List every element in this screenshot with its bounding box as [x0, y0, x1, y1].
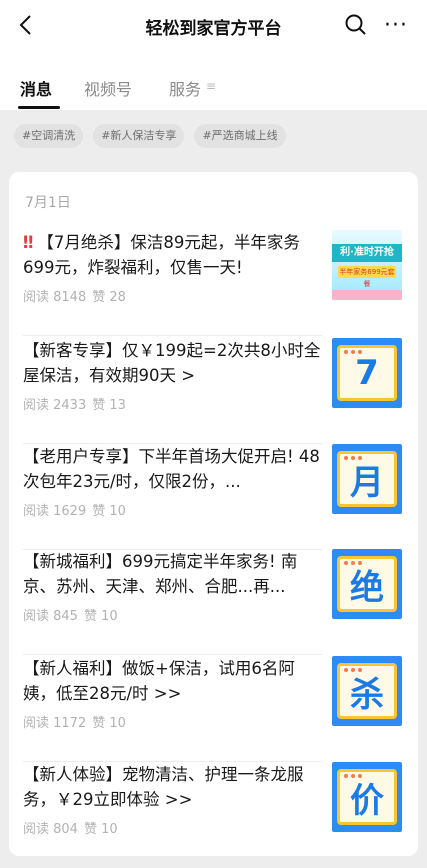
- article-item[interactable]: 【新客专享】仅￥199起=2次共8小时全屋保洁，有效期90天 > 阅读 2433…: [9, 338, 418, 444]
- article-meta: 阅读 2433 赞 13: [23, 398, 126, 413]
- hashtag-aircon-cleaning[interactable]: #空调清洗: [14, 124, 84, 148]
- article-thumbnail: 杀: [332, 656, 402, 726]
- article-title: 【新人体验】宠物清洁、护理一条龙服务，￥29立即体验 >>: [23, 765, 304, 809]
- hashtag-list: #空调清洗 #新人保洁专享 #严选商城上线: [14, 124, 286, 150]
- active-tab-indicator: [18, 106, 60, 109]
- article-thumbnail: 价: [332, 762, 402, 832]
- tab-messages[interactable]: 消息: [20, 76, 52, 100]
- article-meta: 阅读 1172 赞 10: [23, 716, 126, 731]
- article-item[interactable]: 【新人福利】做饭+保洁，试用6名阿姨，低至28元/时 >> 阅读 1172 赞 1…: [9, 656, 418, 762]
- hashtag-new-user-cleaning[interactable]: #新人保洁专享: [93, 124, 185, 148]
- article-item[interactable]: 【新城福利】699元搞定半年家务! 南京、苏州、天津、郑州、合肥...再... …: [9, 549, 418, 655]
- article-title: 【老用户专享】下半年首场大促开启! 48次包年23元/时，仅限2份，...: [23, 447, 320, 491]
- more-icon[interactable]: ···: [383, 12, 409, 38]
- article-thumbnail: 7: [332, 338, 402, 408]
- message-card: 7月1日 ‼ 【7月绝杀】保洁89元起，半年家务699元，炸裂福利，仅售一天! 阅…: [9, 172, 418, 856]
- tab-services[interactable]: 服务: [169, 76, 201, 100]
- hashtag-mall-launch[interactable]: #严选商城上线: [194, 124, 286, 148]
- message-date: 7月1日: [25, 195, 71, 211]
- article-title: 【新客专享】仅￥199起=2次共8小时全屋保洁，有效期90天 >: [23, 341, 321, 385]
- top-bar: 轻松到家官方平台 ···: [0, 0, 427, 52]
- article-thumbnail: 月: [332, 444, 402, 514]
- article-meta: 阅读 8148 赞 28: [23, 290, 126, 305]
- tab-bar: 消息 视频号 服务 ≡: [0, 52, 427, 110]
- alert-icon: ‼: [23, 233, 34, 252]
- article-item[interactable]: 【老用户专享】下半年首场大促开启! 48次包年23元/时，仅限2份，... 阅读…: [9, 444, 418, 550]
- article-meta: 阅读 1629 赞 10: [23, 504, 126, 519]
- menu-lines-icon[interactable]: ≡: [206, 79, 216, 93]
- article-meta: 阅读 804 赞 10: [23, 822, 118, 837]
- article-meta: 阅读 845 赞 10: [23, 609, 118, 624]
- divider: [23, 654, 322, 655]
- article-thumbnail: 利·准时开抢 半年家务699元套餐: [332, 230, 402, 300]
- article-title: 【新人福利】做饭+保洁，试用6名阿姨，低至28元/时 >>: [23, 659, 295, 703]
- article-item[interactable]: 【新人体验】宠物清洁、护理一条龙服务，￥29立即体验 >> 阅读 804 赞 10…: [9, 762, 418, 856]
- search-icon[interactable]: [343, 12, 369, 38]
- divider: [23, 335, 322, 336]
- article-thumbnail: 绝: [332, 549, 402, 619]
- article-item[interactable]: ‼ 【7月绝杀】保洁89元起，半年家务699元，炸裂福利，仅售一天! 阅读 814…: [9, 230, 418, 336]
- article-title: 【新城福利】699元搞定半年家务! 南京、苏州、天津、郑州、合肥...再...: [23, 552, 298, 596]
- tab-channels[interactable]: 视频号: [84, 76, 132, 100]
- article-title: ‼ 【7月绝杀】保洁89元起，半年家务699元，炸裂福利，仅售一天!: [23, 233, 300, 277]
